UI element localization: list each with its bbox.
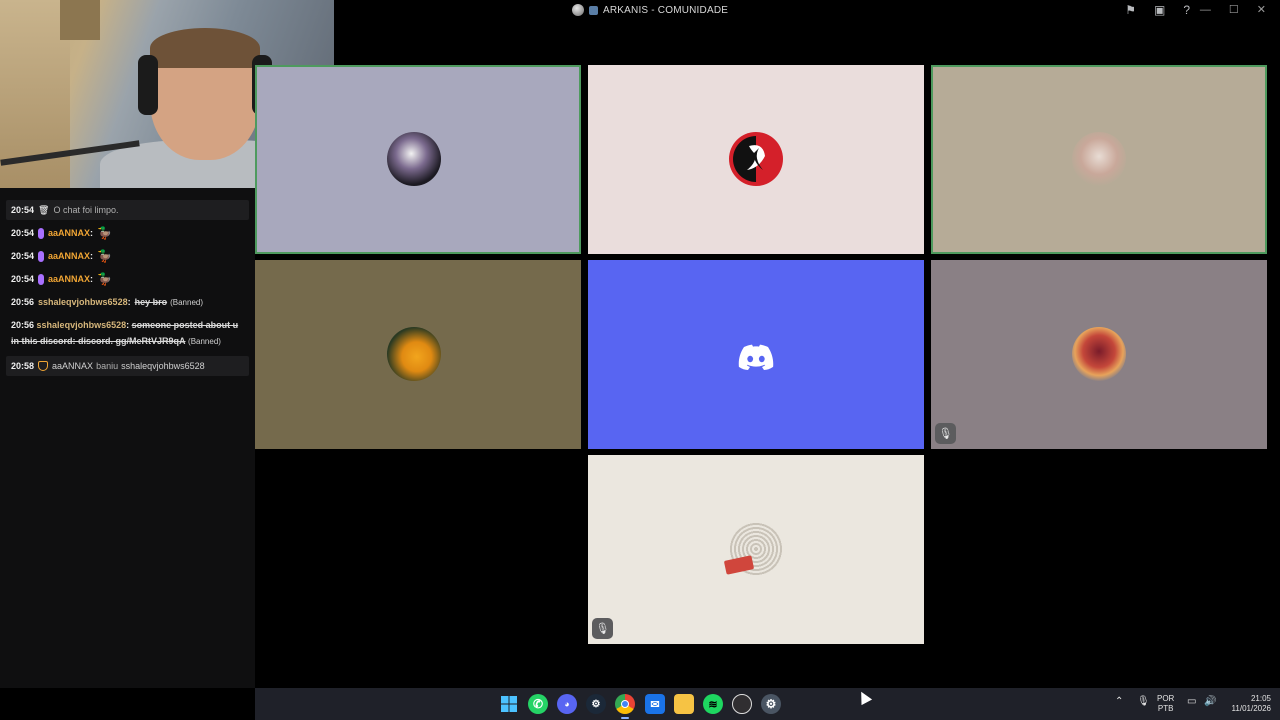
windows-logo-icon [501, 696, 517, 712]
chat-timestamp: 20:56 [11, 320, 35, 330]
banned-tag: (Banned) [170, 298, 204, 307]
chat-system-text: O chat foi limpo. [53, 204, 119, 215]
settings-icon[interactable]: ⚙ [761, 694, 781, 714]
ban-verb: baniu [96, 360, 119, 371]
chevron-up-icon[interactable]: ⌃ [1115, 697, 1123, 707]
file-explorer-icon[interactable] [674, 694, 694, 714]
participant-tile[interactable] [255, 260, 581, 449]
cowboy-hat-avatar [1072, 132, 1126, 186]
maximize-icon[interactable]: ☐ [1229, 3, 1239, 17]
language-bottom: PTB [1157, 704, 1174, 713]
mail-icon[interactable]: ✉ [645, 694, 665, 714]
trash-icon: 🗑 [38, 204, 50, 215]
obs-icon[interactable] [732, 694, 752, 714]
discord-logo-icon [738, 344, 774, 370]
vip-badge-icon [38, 251, 45, 262]
chrome-icon[interactable] [615, 694, 635, 714]
banned-tag: (Banned) [188, 336, 221, 346]
chat-colon: : [90, 228, 94, 238]
shield-icon [38, 361, 49, 371]
participant-tile[interactable]: 🎙 [931, 260, 1267, 449]
participant-tile[interactable] [255, 65, 581, 254]
participant-tile[interactable] [931, 65, 1267, 254]
steam-icon[interactable]: ⚙ [586, 694, 606, 714]
chat-ban-notice: 20:58 aaANNAX baniu sshaleqvjohbws6528 [6, 356, 249, 376]
chat-timestamp: 20:54 [11, 228, 35, 238]
window-controls: — ☐ ✕ [1200, 3, 1266, 17]
chat-message: 20:54 aaANNAX : 🦆 [0, 222, 255, 245]
chat-timestamp: 20:56 [11, 297, 35, 307]
whatsapp-icon[interactable]: ✆ [528, 694, 548, 714]
chat-username[interactable]: sshaleqvjohbws6528 [37, 320, 127, 330]
help-icon[interactable]: ? [1183, 3, 1190, 17]
webcam-person-hair [150, 28, 260, 68]
scorpion-logo-avatar [729, 132, 783, 186]
scorpion-icon [733, 136, 765, 182]
discord-icon[interactable]: ◕ [557, 694, 577, 714]
chrome-center [621, 700, 629, 708]
windows-start-icon[interactable] [499, 694, 519, 714]
chat-spacer [0, 188, 255, 200]
duck-emote-icon: 🦆 [97, 226, 112, 240]
participant-tile[interactable]: 🎙 [588, 455, 924, 644]
language-indicator[interactable]: POR PTB [1157, 694, 1174, 714]
active-app-indicator [621, 717, 629, 719]
muted-mic-icon: 🎙 [592, 618, 613, 639]
chat-message: 20:54 aaANNAX : 🦆 [0, 245, 255, 268]
duck-emote-icon: 🦆 [97, 272, 112, 286]
language-top: POR [1157, 694, 1175, 703]
ban-target[interactable]: sshaleqvjohbws6528 [121, 360, 205, 373]
chat-timestamp: 20:54 [11, 204, 35, 215]
chat-username[interactable]: aaANNAX [48, 250, 90, 263]
chat-timestamp: 20:58 [11, 360, 35, 371]
spotify-icon[interactable]: ≋ [703, 694, 723, 714]
pixel-character-avatar [1072, 327, 1126, 381]
server-icon [572, 4, 584, 16]
chat-colon: : [127, 297, 131, 307]
chat-system-message: 20:54 🗑 O chat foi limpo. [6, 200, 249, 220]
chat-deleted-message: 20:56 sshaleqvjohbws6528: someone posted… [0, 314, 255, 353]
window-title-group: ARKANIS - COMUNIDADE [572, 4, 728, 16]
vip-badge-icon [38, 274, 45, 285]
minimize-icon[interactable]: — [1200, 3, 1211, 17]
window-title: ARKANIS - COMUNIDADE [603, 4, 729, 16]
webcam-shelf [60, 0, 100, 40]
stream-chat: 20:54 🗑 O chat foi limpo. 20:54 aaANNAX … [0, 188, 255, 688]
vip-badge-icon [38, 228, 45, 239]
volume-icon[interactable]: 🔊 [1204, 697, 1216, 707]
chat-deleted-text: hey bro [134, 297, 168, 307]
inbox-icon[interactable]: ▣ [1154, 3, 1165, 17]
chat-username[interactable]: aaANNAX [48, 227, 90, 240]
chat-username[interactable]: aaANNAX [48, 273, 90, 286]
chat-timestamp: 20:54 [11, 274, 35, 284]
chat-colon: : [90, 251, 94, 261]
windows-taskbar: ✆ ◕ ⚙ ✉ ≋ ⚙ ⌃ 🎙 POR PTB ▭ 🔊 21:05 11/01/… [255, 688, 1280, 720]
clock-date: 11/01/2026 [1231, 704, 1271, 713]
microphone-icon[interactable]: 🎙 [1137, 697, 1150, 707]
clock[interactable]: 21:05 11/01/2026 [1225, 694, 1271, 714]
duck-emote-icon: 🦆 [97, 249, 112, 263]
network-icon[interactable]: ▭ [1187, 697, 1196, 707]
chat-message: 20:54 aaANNAX : 🦆 [0, 268, 255, 291]
channel-icon [589, 5, 598, 15]
muted-mic-icon: 🎙 [935, 423, 956, 444]
window-toolbar: ⚑ ▣ ? [1125, 3, 1190, 17]
flag-icon[interactable]: ⚑ [1125, 3, 1136, 17]
chat-username[interactable]: sshaleqvjohbws6528 [38, 296, 128, 309]
ban-actor[interactable]: aaANNAX [52, 360, 93, 373]
headphone-left [138, 55, 158, 115]
cartoon-character-avatar [387, 132, 441, 186]
chat-timestamp: 20:54 [11, 251, 35, 261]
close-icon[interactable]: ✕ [1257, 3, 1266, 17]
participant-tile[interactable] [588, 260, 924, 449]
chat-colon: : [90, 274, 94, 284]
chat-deleted-message: 20:56 sshaleqvjohbws6528 : hey bro (Bann… [0, 291, 255, 314]
clock-time: 21:05 [1250, 694, 1271, 703]
participant-tile[interactable] [588, 65, 924, 254]
duck-avatar [387, 327, 441, 381]
